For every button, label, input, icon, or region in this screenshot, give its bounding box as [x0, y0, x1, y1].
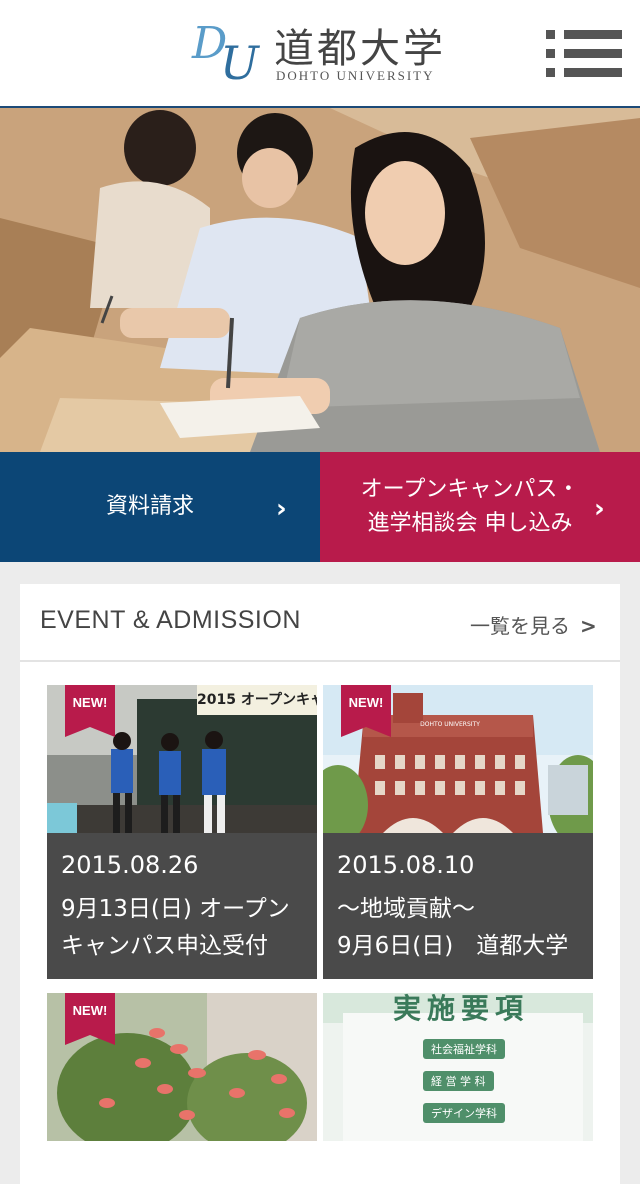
- event-title-line2: キャンパス申込受付: [61, 933, 268, 959]
- event-card[interactable]: 2015 オープンキャンパ NEW! 2015.08.26 9月13日(日) オ…: [47, 685, 317, 979]
- event-date: 2015.08.10: [337, 851, 475, 879]
- open-campus-label-line1: オープンキャンパス・: [360, 477, 580, 502]
- new-badge-label: NEW!: [72, 1003, 108, 1018]
- new-badge: NEW!: [65, 685, 115, 737]
- site-header: D U 道都大学 DOHTO UNIVERSITY: [0, 0, 640, 108]
- event-caption: 2015.08.26 9月13日(日) オープン キャンパス申込受付: [47, 833, 317, 979]
- hero-photo: [0, 108, 640, 452]
- new-badge: NEW!: [341, 685, 391, 737]
- event-title-line1: ～地域貢献～: [337, 896, 475, 922]
- event-caption: 2015.08.10 ～地域貢献～ 9月6日(日) 道都大学: [323, 833, 593, 979]
- chevron-right-icon: ›: [594, 494, 605, 524]
- event-photo: 実施要項 社会福祉学科 経 営 学 科 デザイン学科: [323, 993, 593, 1141]
- banner-text: 2015 オープンキャンパ: [197, 692, 317, 708]
- hamburger-menu-icon[interactable]: [546, 30, 624, 80]
- section-title: EVENT & ADMISSION: [40, 606, 301, 634]
- logo-name: 道都大学: [274, 26, 446, 72]
- open-campus-label-line2: 進学相談会 申し込み: [367, 511, 573, 536]
- new-badge-label: NEW!: [72, 695, 108, 710]
- dept-tag: デザイン学科: [423, 1103, 505, 1123]
- logo-mark-u: U: [220, 36, 259, 90]
- event-card[interactable]: DOHTO UNIVERSITY NEW! 2015.08.10 ～地域貢献～ …: [323, 685, 593, 979]
- new-badge-label: NEW!: [348, 695, 384, 710]
- event-title-line1: 9月13日(日) オープン: [61, 896, 290, 922]
- event-card[interactable]: 実施要項 社会福祉学科 経 営 学 科 デザイン学科: [323, 993, 593, 1141]
- open-campus-apply-button[interactable]: オープンキャンパス・ 進学相談会 申し込み ›: [320, 452, 640, 562]
- university-logo[interactable]: D U 道都大学 DOHTO UNIVERSITY: [190, 16, 460, 90]
- request-materials-label: 資料請求: [105, 494, 194, 519]
- logo-mark: D U: [190, 16, 268, 90]
- event-card[interactable]: NEW!: [47, 993, 317, 1141]
- brochure-heading: 実施要項: [393, 993, 530, 1025]
- new-badge: NEW!: [65, 993, 115, 1045]
- dept-tag: 社会福祉学科: [423, 1039, 505, 1059]
- request-materials-button[interactable]: 資料請求 ›: [0, 452, 320, 562]
- view-all-arrow-icon: >: [580, 614, 597, 638]
- dept-tag: 経 営 学 科: [423, 1071, 494, 1091]
- view-all-label: 一覧を見る: [470, 614, 570, 638]
- event-date: 2015.08.26: [61, 851, 199, 879]
- building-sign: DOHTO UNIVERSITY: [420, 721, 480, 728]
- chevron-right-icon: ›: [276, 494, 287, 524]
- view-all-link[interactable]: 一覧を見る >: [470, 610, 597, 639]
- open-campus-apply-label: オープンキャンパス・ 進学相談会 申し込み: [320, 452, 620, 562]
- section-header: EVENT & ADMISSION 一覧を見る >: [20, 584, 620, 662]
- event-admission-section: EVENT & ADMISSION 一覧を見る > 2015 オープンキ NEW…: [20, 584, 620, 1184]
- event-title-line2: 9月6日(日) 道都大学: [337, 933, 569, 959]
- logo-subtitle: DOHTO UNIVERSITY: [276, 68, 435, 83]
